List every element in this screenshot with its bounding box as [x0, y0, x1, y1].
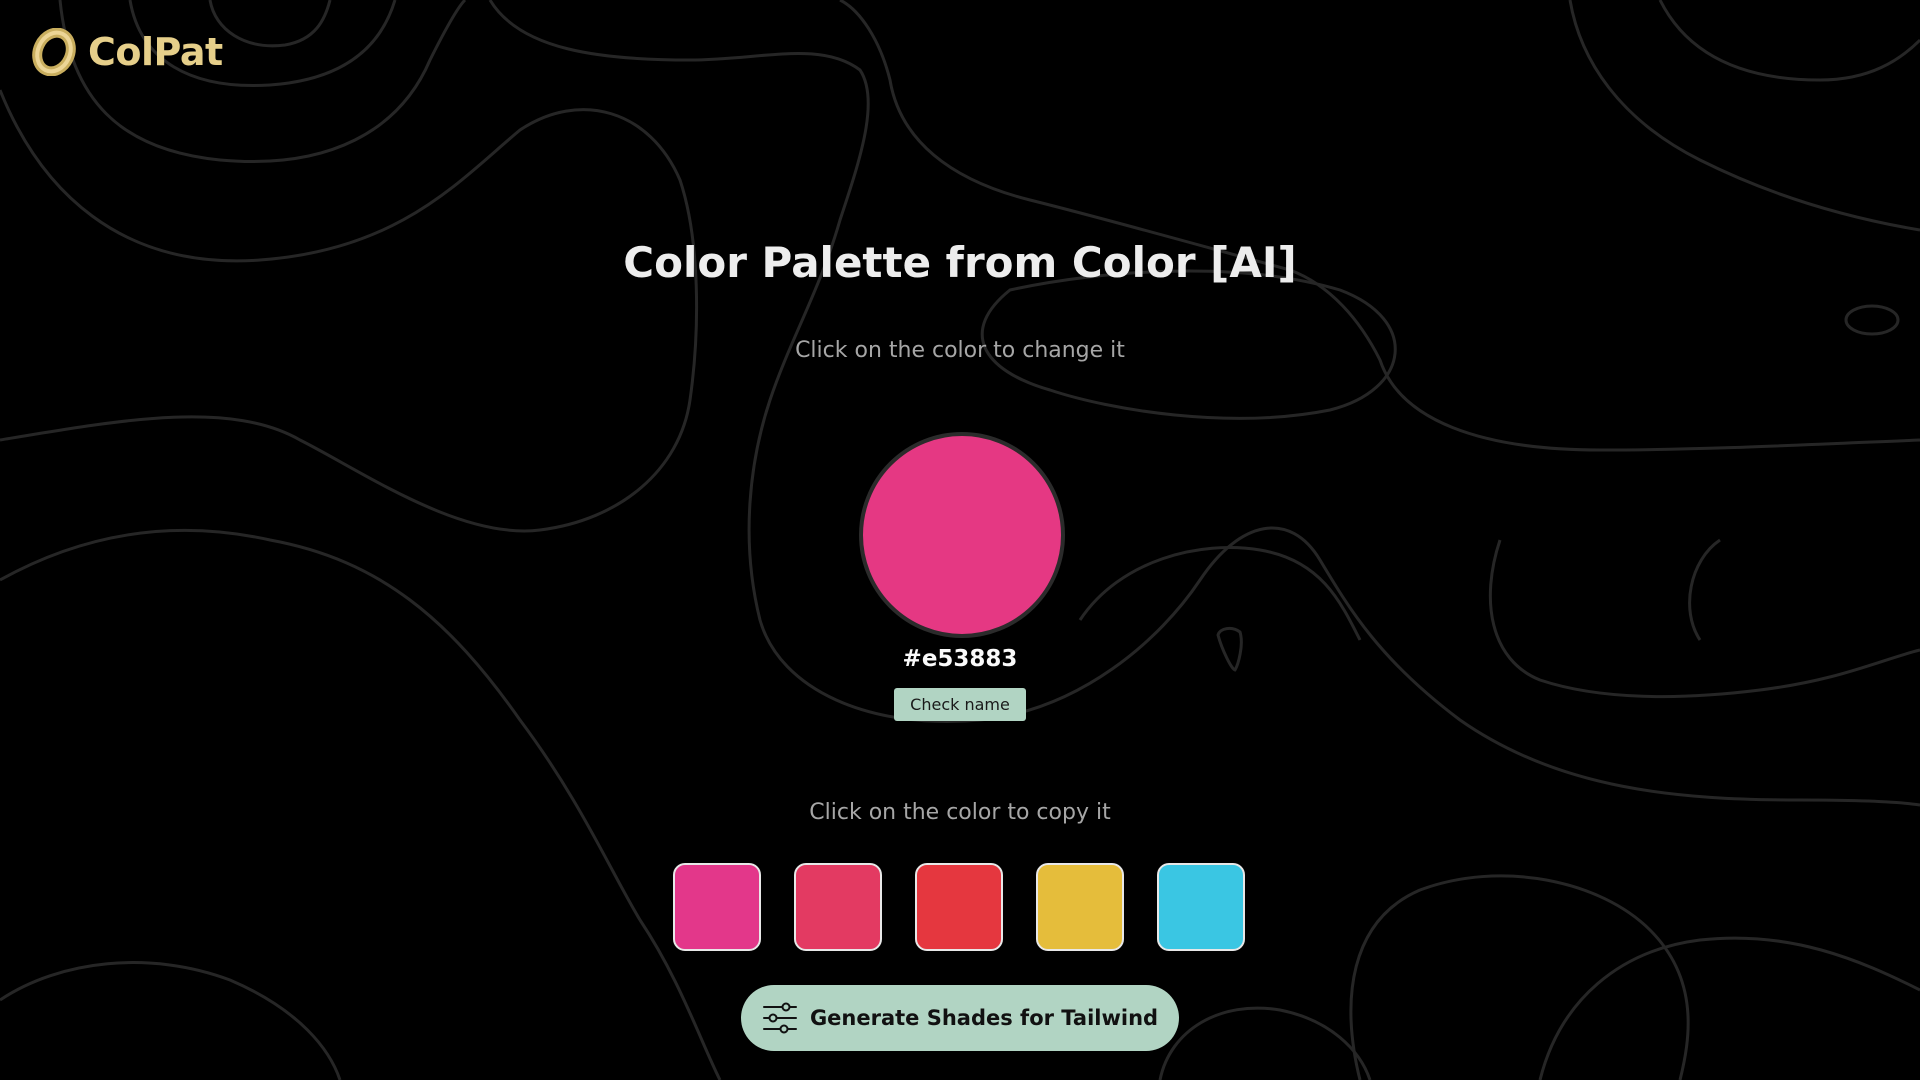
ring-logo-icon — [32, 28, 76, 76]
palette-swatch-5[interactable] — [1157, 863, 1245, 951]
generate-shades-button[interactable]: Generate Shades for Tailwind — [741, 985, 1179, 1051]
palette-swatch-3[interactable] — [915, 863, 1003, 951]
change-color-hint: Click on the color to change it — [795, 338, 1125, 363]
palette-swatch-2[interactable] — [794, 863, 882, 951]
sliders-icon — [762, 1002, 797, 1034]
copy-color-hint: Click on the color to copy it — [809, 800, 1111, 825]
check-name-button[interactable]: Check name — [894, 688, 1026, 721]
hex-value: #e53883 — [902, 646, 1018, 672]
page: ColPat Color Palette from Color [AI] Cli… — [0, 0, 1920, 1080]
palette-swatch-1[interactable] — [673, 863, 761, 951]
page-title: Color Palette from Color [AI] — [623, 238, 1297, 287]
brand-name: ColPat — [88, 30, 223, 74]
selected-color-swatch[interactable] — [859, 432, 1065, 638]
brand-logo[interactable]: ColPat — [32, 28, 223, 76]
generate-shades-label: Generate Shades for Tailwind — [809, 1006, 1159, 1030]
palette — [673, 863, 1245, 951]
palette-swatch-4[interactable] — [1036, 863, 1124, 951]
